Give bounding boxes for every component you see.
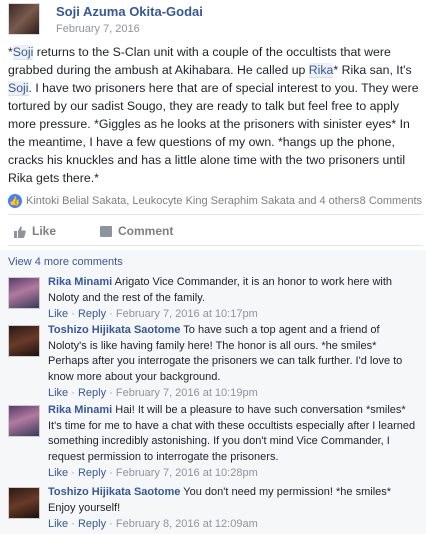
- comment-like-link[interactable]: Like: [48, 467, 68, 479]
- post-body: *Soji returns to the S-Clan unit with a …: [8, 45, 419, 185]
- commenter-avatar[interactable]: [8, 325, 40, 357]
- comment-bubble-icon: [100, 226, 112, 238]
- divider: [8, 245, 422, 246]
- comment-like-link[interactable]: Like: [48, 518, 68, 530]
- post-author-name[interactable]: Soji Azuma Okita-Godai: [56, 4, 203, 19]
- like-button[interactable]: Like: [14, 224, 56, 238]
- comment-reply-link[interactable]: Reply: [78, 518, 106, 530]
- facebook-post: Soji Azuma Okita-Godai February 7, 2016 …: [0, 0, 426, 534]
- mention-soji-2[interactable]: Soji: [8, 81, 29, 96]
- comment-timestamp[interactable]: February 7, 2016 at 10:19pm: [116, 387, 258, 399]
- view-more-comments-link[interactable]: View 4 more comments: [8, 256, 123, 268]
- comment-reply-link[interactable]: Reply: [78, 387, 106, 399]
- comment-timestamp[interactable]: February 7, 2016 at 10:17pm: [116, 308, 258, 320]
- comment-button[interactable]: Comment: [100, 224, 173, 238]
- comment-like-link[interactable]: Like: [48, 308, 68, 320]
- comment-body: Toshizo Hijikata Saotome To have such a …: [48, 323, 420, 401]
- commenter-avatar[interactable]: [8, 487, 40, 519]
- commenter-avatar[interactable]: [8, 277, 40, 309]
- comments-section: View 4 more comments Rika Minami Arigato…: [0, 250, 426, 534]
- commenter-name[interactable]: Toshizo Hijikata Saotome: [48, 324, 180, 336]
- comment-reply-link[interactable]: Reply: [78, 467, 106, 479]
- comment-body: Toshizo Hijikata Saotome You don't need …: [48, 485, 420, 532]
- author-avatar[interactable]: [8, 3, 40, 35]
- commenter-name[interactable]: Rika Minami: [48, 276, 112, 288]
- comment-timestamp[interactable]: February 8, 2016 at 12:09am: [116, 518, 258, 530]
- post-actions: Like Comment: [8, 222, 422, 242]
- mention-soji[interactable]: Soji: [12, 45, 34, 60]
- thumbs-up-icon: [14, 226, 26, 238]
- comment-timestamp[interactable]: February 7, 2016 at 10:28pm: [116, 467, 258, 479]
- comment-body: Rika Minami Arigato Vice Commander, it i…: [48, 275, 420, 322]
- post-date[interactable]: February 7, 2016: [56, 23, 140, 35]
- reactors-list[interactable]: Kintoki Belial Sakata, Leukocyte King Se…: [26, 195, 359, 207]
- comment-meta: Like · Reply · February 7, 2016 at 10:19…: [48, 387, 258, 399]
- comment-meta: Like · Reply · February 7, 2016 at 10:17…: [48, 308, 258, 320]
- commenter-name[interactable]: Toshizo Hijikata Saotome: [48, 486, 180, 498]
- like-label: Like: [32, 224, 57, 238]
- post-header: Soji Azuma Okita-Godai February 7, 2016: [0, 0, 426, 42]
- comment-label: Comment: [118, 224, 174, 238]
- comment-body: Rika Minami Hai! It will be a pleasure t…: [48, 403, 420, 481]
- comment-meta: Like · Reply · February 7, 2016 at 10:28…: [48, 467, 258, 479]
- mention-rika[interactable]: Rika: [308, 63, 334, 78]
- post-text-part-2: * Rika san, It's: [333, 63, 412, 77]
- comment-meta: Like · Reply · February 8, 2016 at 12:09…: [48, 518, 258, 530]
- divider: [8, 214, 422, 215]
- comment-count[interactable]: 8 Comments: [360, 195, 422, 207]
- commenter-avatar[interactable]: [8, 405, 40, 437]
- post-text-part-3: . I have two prisoners here that are of …: [8, 81, 419, 185]
- like-reaction-icon: 👍: [8, 194, 22, 208]
- comment-like-link[interactable]: Like: [48, 387, 68, 399]
- reactions-bar: 👍 Kintoki Belial Sakata, Leukocyte King S…: [8, 194, 422, 210]
- comment-reply-link[interactable]: Reply: [78, 308, 106, 320]
- commenter-name[interactable]: Rika Minami: [48, 404, 112, 416]
